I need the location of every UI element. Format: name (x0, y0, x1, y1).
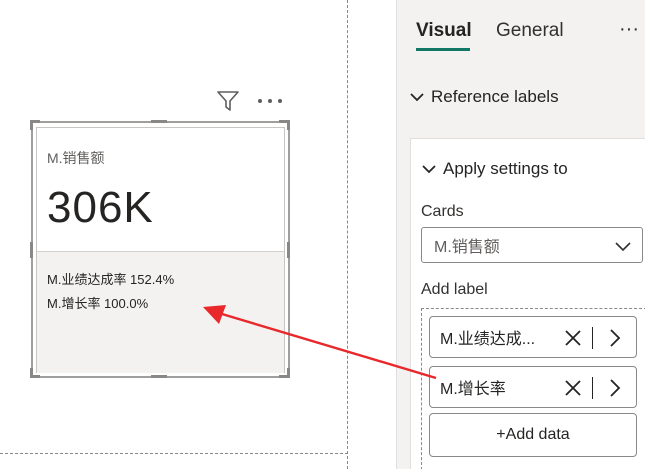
canvas-boundary-line (347, 0, 348, 469)
section-title: Reference labels (431, 87, 559, 106)
resize-handle-right[interactable] (287, 242, 290, 258)
filter-icon[interactable] (214, 88, 242, 114)
card-reference-labels: M.业绩达成率 152.4% M.增长率 100.0% (37, 252, 284, 373)
reference-labels-card: Apply settings to Cards M.销售额 Add label … (410, 138, 645, 469)
card-value: 306K (47, 183, 154, 232)
reference-label-line: M.增长率 100.0% (47, 296, 149, 311)
chevron-right-icon[interactable] (608, 378, 622, 398)
add-data-label: +Add data (496, 426, 570, 443)
format-pane: Visual General ··· Reference labels Appl… (396, 0, 645, 469)
label-chip-text: M.业绩达成... (440, 331, 536, 348)
label-chip[interactable]: M.业绩达成... (429, 316, 637, 358)
report-canvas: M.销售额 306K M.业绩达成率 152.4% M.增长率 100.0% (0, 0, 396, 469)
visual-header (214, 88, 284, 114)
card-main-area: M.销售额 306K (37, 128, 284, 252)
cards-label: Cards (421, 203, 464, 220)
page-boundary-line (0, 453, 348, 454)
resize-handle-top-right[interactable] (287, 120, 290, 130)
apply-settings-toggle[interactable]: Apply settings to (421, 159, 568, 179)
apply-settings-title: Apply settings to (443, 159, 568, 178)
resize-handle-top-left[interactable] (30, 120, 33, 130)
tab-general[interactable]: General (496, 20, 564, 42)
resize-handle-bottom[interactable] (151, 375, 167, 378)
resize-handle-top[interactable] (151, 120, 167, 123)
label-chip-text: M.增长率 (440, 381, 506, 398)
cards-dropdown[interactable]: M.销售额 (421, 227, 643, 263)
chevron-down-icon (615, 242, 631, 252)
cards-dropdown-value: M.销售额 (434, 239, 500, 256)
chevron-down-icon (410, 93, 424, 102)
remove-icon[interactable] (564, 379, 582, 397)
add-data-button[interactable]: +Add data (429, 413, 637, 457)
label-drop-zone: M.业绩达成... M.增长率 +Add data (421, 308, 645, 469)
card-title: M.销售额 (47, 150, 105, 166)
card-visual[interactable]: M.销售额 306K M.业绩达成率 152.4% M.增长率 100.0% (36, 127, 285, 373)
pane-more-options-icon[interactable]: ··· (619, 18, 639, 41)
chevron-down-icon (422, 165, 436, 174)
resize-handle-bottom-left[interactable] (30, 368, 33, 378)
active-tab-indicator (416, 48, 470, 51)
resize-handle-bottom-right[interactable] (287, 368, 290, 378)
section-reference-labels[interactable]: Reference labels (409, 87, 559, 107)
more-options-icon[interactable] (256, 88, 284, 114)
add-label-title: Add label (421, 281, 488, 298)
chip-divider (592, 327, 593, 349)
remove-icon[interactable] (564, 329, 582, 347)
label-chip[interactable]: M.增长率 (429, 366, 637, 408)
reference-label-line: M.业绩达成率 152.4% (47, 272, 175, 287)
format-tabs: Visual General ··· (397, 0, 645, 70)
chevron-right-icon[interactable] (608, 328, 622, 348)
resize-handle-left[interactable] (30, 242, 33, 258)
chip-divider (592, 377, 593, 399)
tab-visual[interactable]: Visual (416, 20, 472, 42)
